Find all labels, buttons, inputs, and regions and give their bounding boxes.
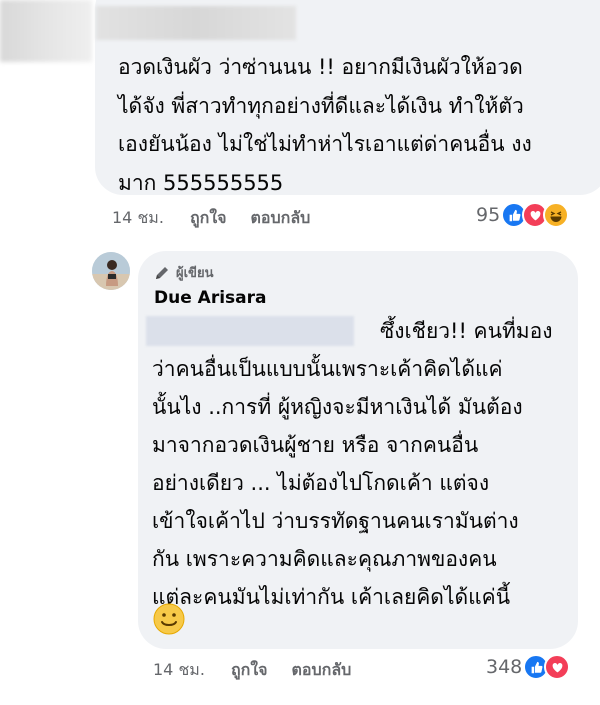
love-icon	[544, 654, 571, 680]
blurred-avatar	[0, 0, 92, 62]
comment-2-reply-button[interactable]: ตอบกลับ	[292, 658, 352, 683]
comment-1-text: อวดเงินผัว ว่าซ่านนน !! อยากมีเงินผัวให้…	[118, 55, 532, 195]
comment-1-reaction-count: 95	[476, 204, 501, 226]
author-badge-label: ผู้เขียน	[176, 266, 214, 281]
comment-2-time[interactable]: 14 ชม.	[153, 658, 205, 683]
commenter-name[interactable]: Due Arisara	[154, 288, 266, 308]
comment-1-reactions[interactable]: 95	[476, 202, 570, 228]
comment-2-reactions[interactable]: 348	[486, 654, 571, 680]
comment-2-body: ซึ้งเชียว!! คนที่มอง ว่าคนอื่นเป็นแบบนั้…	[152, 319, 553, 609]
comment-1-like-button[interactable]: ถูกใจ	[190, 206, 227, 231]
comment-2-text: ซึ้งเชียว!! คนที่มอง ว่าคนอื่นเป็นแบบนั้…	[152, 312, 572, 616]
author-badge: ผู้เขียน	[154, 262, 213, 283]
haha-icon	[543, 202, 570, 228]
blurred-commenter-name	[96, 6, 296, 40]
pen-icon	[156, 266, 168, 279]
comment-2-reaction-count: 348	[486, 656, 523, 678]
comment-1-actions: 14 ชม. ถูกใจ ตอบกลับ	[112, 206, 310, 231]
smile-emoji-icon	[153, 603, 185, 635]
avatar[interactable]	[92, 252, 130, 290]
comment-2-like-button[interactable]: ถูกใจ	[231, 658, 268, 683]
comment-1-reply-button[interactable]: ตอบกลับ	[251, 206, 311, 231]
comment-2-actions: 14 ชม. ถูกใจ ตอบกลับ	[153, 658, 351, 683]
comment-1-time[interactable]: 14 ชม.	[112, 206, 164, 231]
